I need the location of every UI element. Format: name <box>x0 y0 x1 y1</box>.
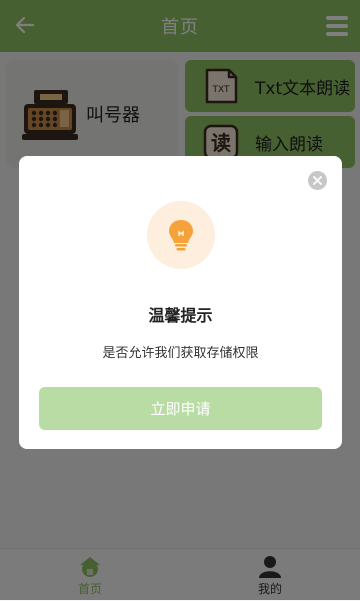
apply-now-button[interactable]: 立即申请 <box>39 387 322 430</box>
dialog-title: 温馨提示 <box>148 306 213 325</box>
permission-dialog: 温馨提示 是否允许我们获取存储权限 立即申请 <box>19 156 342 449</box>
close-icon[interactable] <box>308 171 327 190</box>
lightbulb-icon <box>147 201 215 269</box>
dialog-message: 是否允许我们获取存储权限 <box>102 346 259 361</box>
